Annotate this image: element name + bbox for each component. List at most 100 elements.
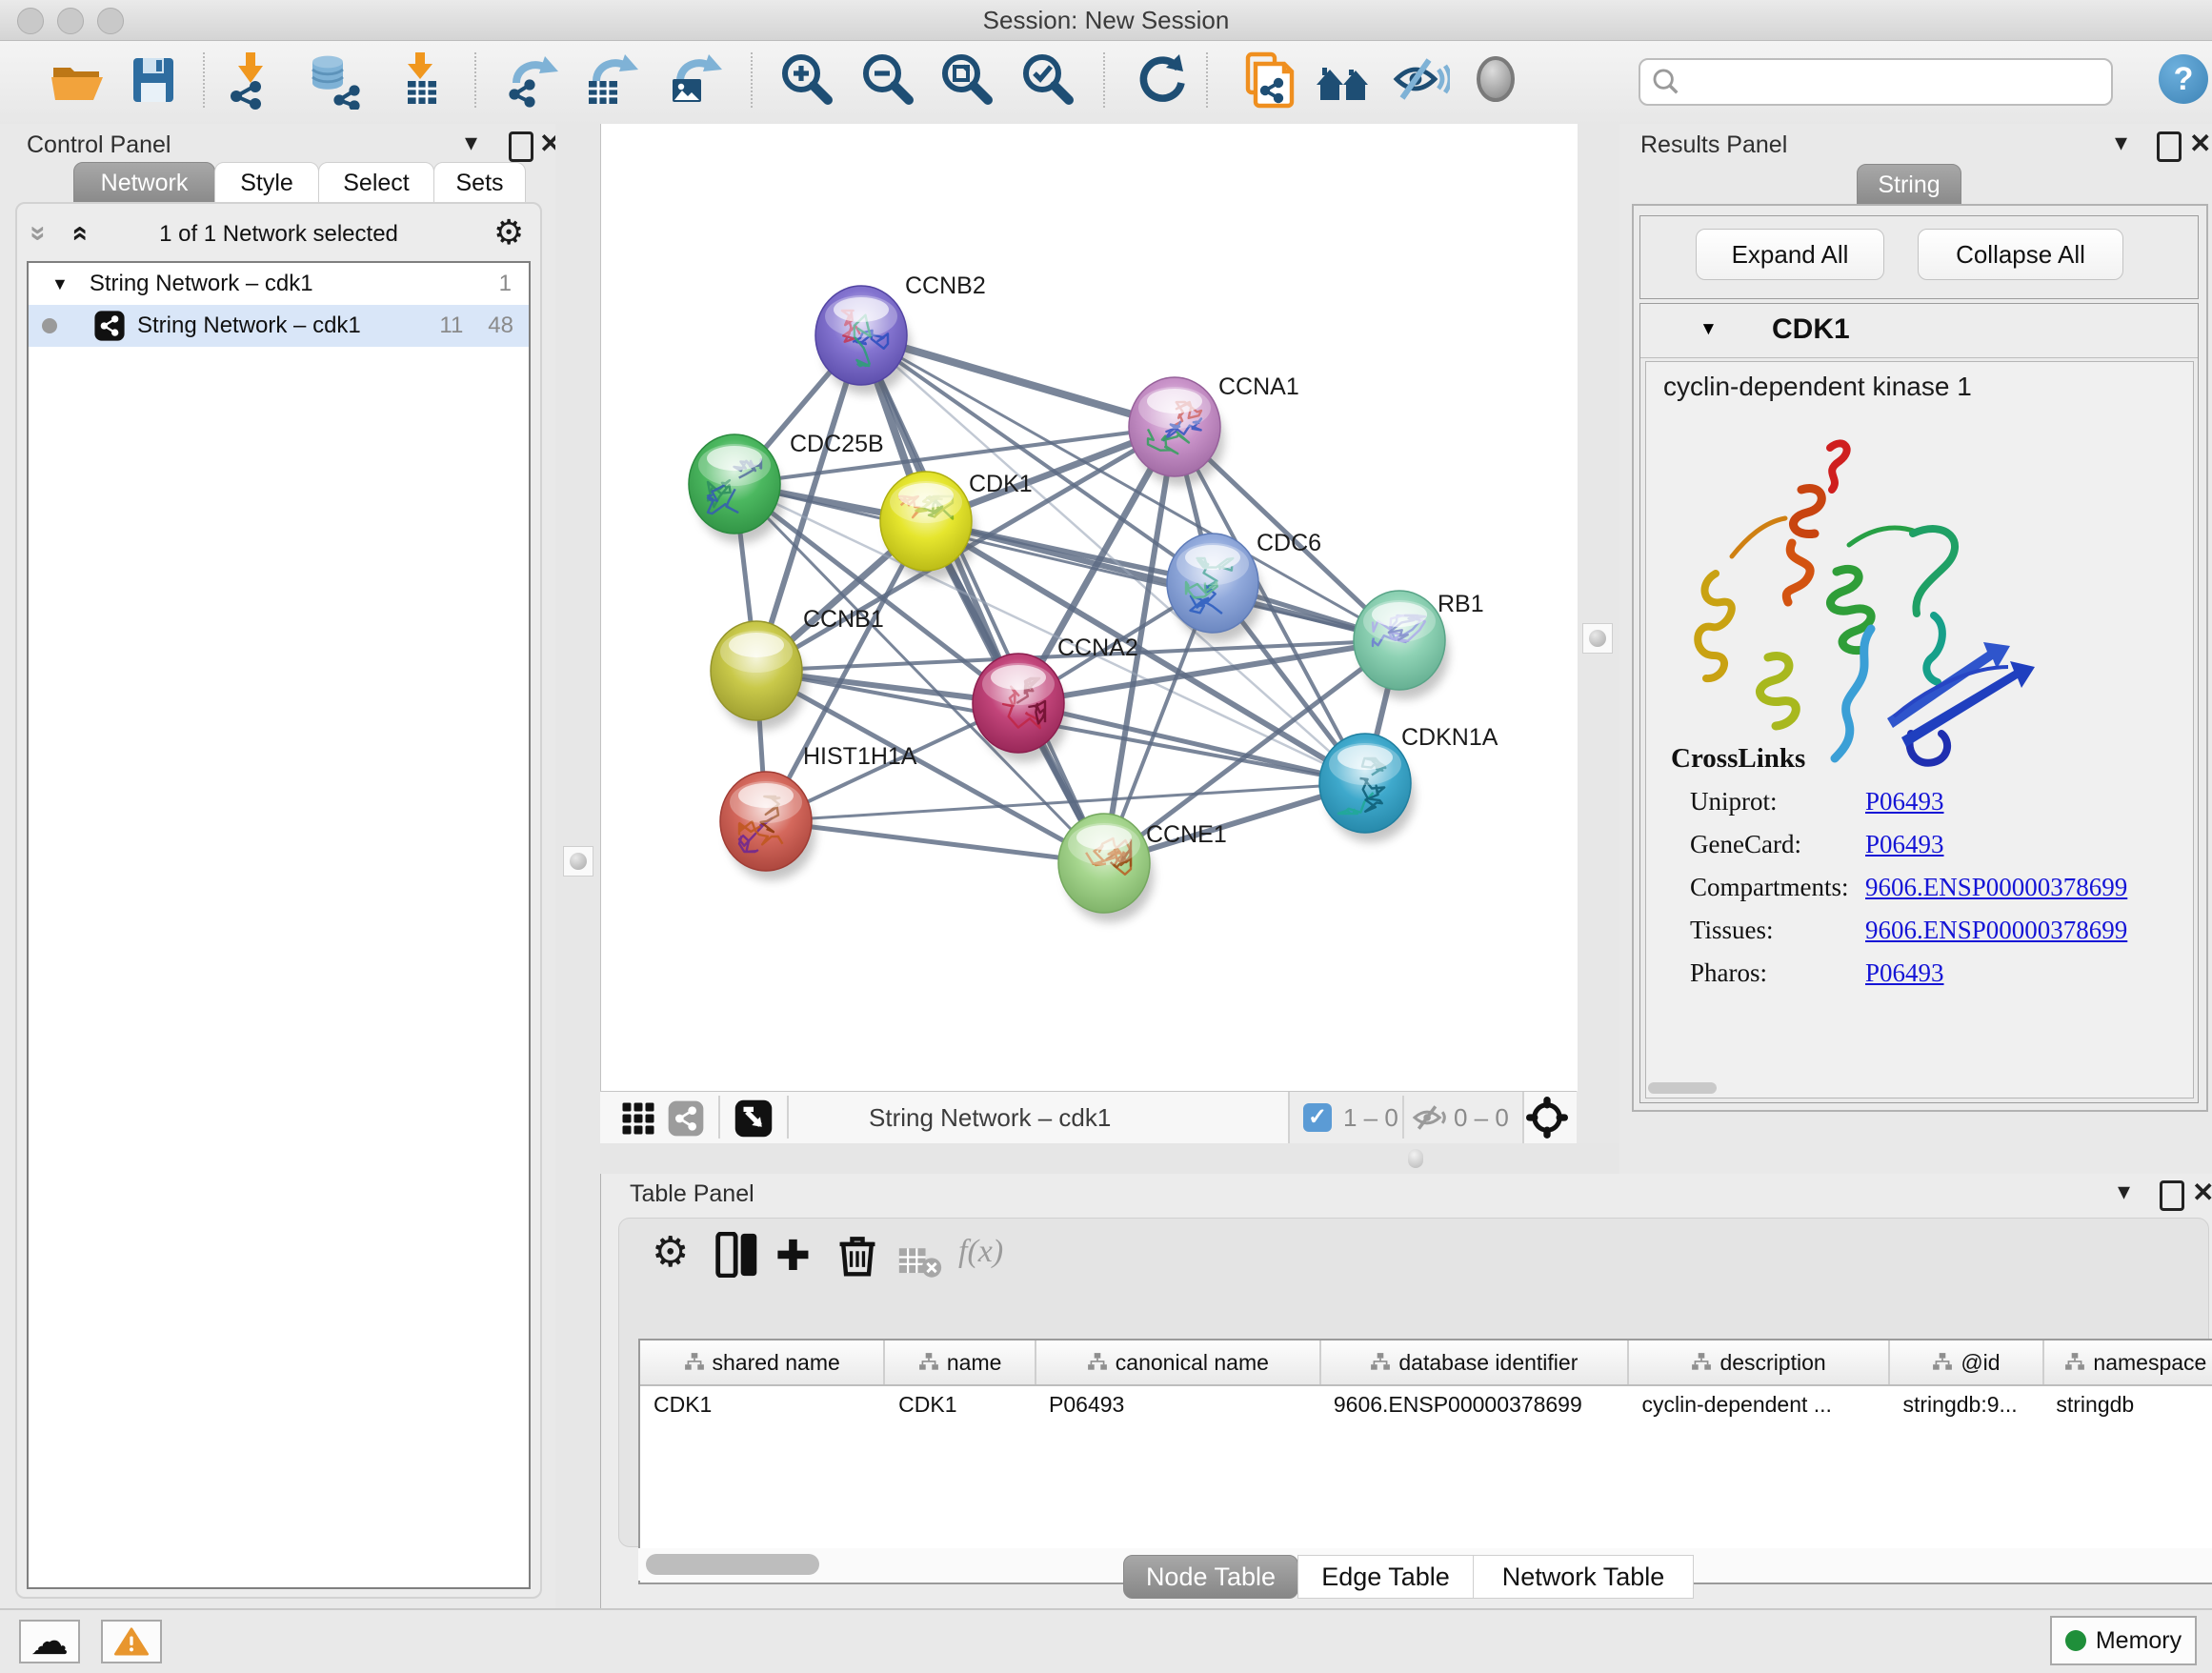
warnings-button[interactable] [101, 1620, 162, 1663]
crosslink-tissues-link[interactable]: 9606.ENSP00000378699 [1865, 916, 2127, 945]
network-node-CCNB2[interactable] [815, 286, 911, 394]
left-splitter-handle[interactable] [563, 846, 593, 877]
tab-node-table[interactable]: Node Table [1123, 1555, 1298, 1599]
table-panel-close-icon[interactable]: ✕ [2192, 1177, 2212, 1208]
viewbar-separator [1402, 1096, 1404, 1139]
network-node-HIST1H1A[interactable] [720, 772, 815, 880]
grid-view-icon[interactable] [621, 1101, 655, 1136]
network-edge-HIST1H1A-CCNE1[interactable] [766, 821, 1104, 863]
results-panel-float-icon[interactable]: ▾ [2115, 128, 2127, 157]
table-columns-icon[interactable] [714, 1232, 760, 1278]
open-session-icon[interactable] [48, 50, 107, 110]
column-header[interactable]: namespace [2044, 1340, 2212, 1384]
help-icon[interactable]: ? [2159, 54, 2208, 104]
network-options-gear-icon[interactable]: ⚙ [493, 215, 524, 250]
network-node-CCNE1[interactable] [1058, 814, 1154, 922]
crosslink-genecard-link[interactable]: P06493 [1865, 830, 1944, 859]
zoom-in-icon[interactable] [776, 50, 835, 110]
control-panel-title: Control Panel [27, 131, 171, 159]
string-network-icon [93, 310, 126, 342]
network-canvas[interactable]: CDC25BCCNB2CCNA1CDK1CDC6RB1CCNB1CCNA2CDK… [600, 124, 1578, 1091]
results-panel-maximize-icon[interactable] [2157, 131, 2182, 162]
string-import-document-icon[interactable] [1238, 50, 1297, 110]
tab-style[interactable]: Style [214, 162, 319, 204]
tab-edge-table[interactable]: Edge Table [1297, 1555, 1474, 1599]
left-splitter[interactable] [555, 124, 600, 1608]
network-node-CDKN1A[interactable] [1319, 734, 1415, 842]
toolbar-separator [751, 52, 753, 108]
column-header[interactable]: description [1629, 1340, 1890, 1384]
column-header[interactable]: shared name [640, 1340, 885, 1384]
expand-all-button[interactable]: Expand All [1696, 229, 1884, 280]
network-row[interactable]: String Network – cdk1 11 48 [29, 305, 529, 347]
table-panel-maximize-icon[interactable] [2160, 1180, 2184, 1211]
results-panel-close-icon[interactable]: ✕ [2189, 128, 2211, 159]
tab-string-results[interactable]: String [1857, 164, 1961, 206]
crosslink-uniprot-link[interactable]: P06493 [1865, 787, 1944, 816]
network-node-CDC6[interactable] [1167, 534, 1262, 642]
gene-name: CDK1 [1772, 313, 1850, 346]
refresh-icon[interactable] [1132, 50, 1191, 110]
control-panel-maximize-icon[interactable] [509, 131, 533, 162]
gene-disclosure-triangle-icon[interactable]: ▼ [1699, 319, 1718, 340]
crosslink-compartments-link[interactable]: 9606.ENSP00000378699 [1865, 873, 2127, 902]
network-edge-CCNB2-CCNE1[interactable] [861, 335, 1104, 863]
crosslink-label: Pharos: [1690, 958, 1767, 988]
hide-evidence-glass-icon[interactable] [1391, 50, 1450, 110]
tab-select[interactable]: Select [318, 162, 434, 204]
right-splitter-handle[interactable] [1582, 623, 1613, 654]
network-node-CCNA2[interactable] [973, 654, 1068, 762]
zoom-selected-icon[interactable] [1017, 50, 1076, 110]
gene-header[interactable]: ▼ CDK1 [1640, 304, 2198, 358]
control-panel-float-icon[interactable]: ▾ [465, 128, 477, 157]
import-network-database-icon[interactable] [305, 50, 364, 110]
navigator-icon[interactable] [734, 1099, 774, 1139]
string-view-icon[interactable] [667, 1099, 705, 1138]
string-home-icon[interactable] [1315, 50, 1374, 110]
results-panel: Results Panel ▾ ✕ String Expand All Coll… [1619, 124, 2212, 1174]
network-node-CDK1[interactable] [880, 472, 975, 580]
search-input[interactable] [1688, 68, 2111, 96]
collapse-all-button[interactable]: Collapse All [1918, 229, 2123, 280]
network-node-RB1[interactable] [1354, 591, 1449, 699]
network-node-CDC25B[interactable] [689, 434, 784, 543]
tab-sets[interactable]: Sets [433, 162, 526, 204]
view-toolbar: String Network – cdk1 ✓ 1 – 0 0 – 0 [600, 1091, 1577, 1145]
export-network-icon[interactable] [501, 50, 560, 110]
enable-glass-icon[interactable] [1467, 50, 1526, 110]
memory-button[interactable]: Memory [2050, 1616, 2197, 1665]
column-header[interactable]: canonical name [1036, 1340, 1321, 1384]
import-table-file-icon[interactable] [391, 50, 450, 110]
status-bar: ☁ Memory [0, 1608, 2212, 1673]
tab-network-table[interactable]: Network Table [1473, 1555, 1694, 1599]
table-row[interactable]: CDK1 CDK1 P06493 9606.ENSP00000378699 cy… [640, 1386, 2212, 1422]
tab-network[interactable]: Network [73, 162, 215, 204]
table-hscrollbar-thumb[interactable] [646, 1554, 819, 1575]
network-collection-row[interactable]: ▼ String Network – cdk1 1 [29, 263, 529, 305]
import-network-file-icon[interactable] [221, 50, 280, 110]
zoom-fit-icon[interactable] [936, 50, 995, 110]
horizontal-splitter-handle[interactable] [1408, 1149, 1423, 1168]
gene-details: cyclin-dependent kinase 1 [1645, 361, 2194, 1099]
network-label: String Network – cdk1 [137, 312, 361, 339]
results-hscrollbar[interactable] [1648, 1082, 1717, 1094]
network-node-CCNA1[interactable] [1129, 377, 1224, 486]
table-panel-float-icon[interactable]: ▾ [2118, 1177, 2130, 1206]
fit-selected-crosshair-icon[interactable] [1526, 1097, 1568, 1139]
add-row-plus-icon[interactable]: ✚ [775, 1232, 811, 1280]
table-options-gear-icon[interactable]: ⚙ [652, 1236, 689, 1270]
cloud-button[interactable]: ☁ [19, 1620, 80, 1663]
disclosure-triangle-icon[interactable]: ▼ [51, 274, 69, 294]
selected-checkbox-icon[interactable]: ✓ [1303, 1103, 1332, 1132]
delete-trash-icon[interactable] [835, 1232, 880, 1278]
crosslink-pharos-link[interactable]: P06493 [1865, 958, 1944, 988]
column-header[interactable]: database identifier [1321, 1340, 1629, 1384]
export-image-icon[interactable] [665, 50, 724, 110]
export-table-icon[interactable] [581, 50, 640, 110]
save-session-icon[interactable] [124, 50, 183, 110]
column-header[interactable]: @id [1890, 1340, 2044, 1384]
right-splitter[interactable] [1577, 124, 1623, 1174]
table-panel: Table Panel ▾ ✕ ⚙ ✚ f(x) shared name nam… [600, 1174, 2212, 1608]
column-header[interactable]: name [885, 1340, 1036, 1384]
zoom-out-icon[interactable] [857, 50, 916, 110]
